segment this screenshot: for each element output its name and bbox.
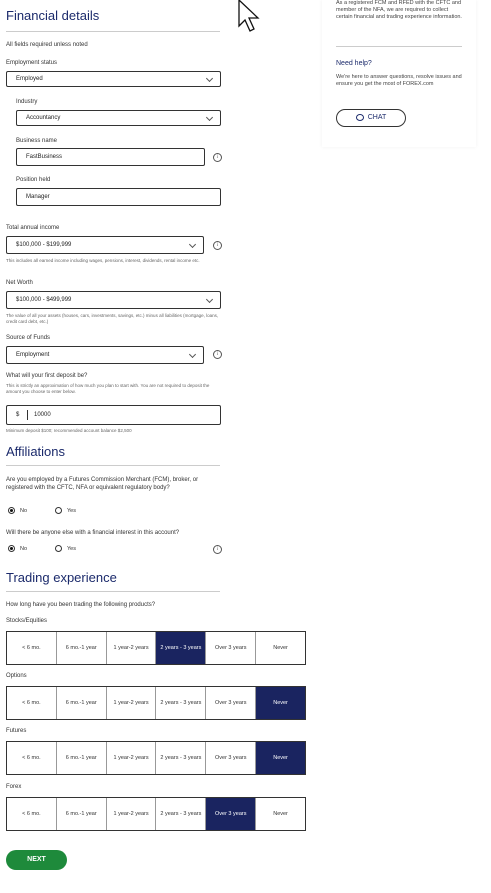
experience-option-group: < 6 mo. 6 mo.-1 year 1 year-2 years 2 years…: [6, 741, 306, 775]
affiliations-heading: Affiliations: [6, 444, 66, 459]
info-icon[interactable]: i: [213, 350, 222, 359]
product-label: Futures: [6, 728, 27, 734]
total-income-label: Total annual income: [6, 225, 60, 231]
fcm-no-label: No: [20, 508, 28, 514]
experience-option[interactable]: Over 3 years: [206, 632, 257, 664]
industry-label: Industry: [16, 99, 38, 105]
trading-experience-heading: Trading experience: [6, 570, 117, 585]
experience-option[interactable]: 2 years - 3 years: [156, 632, 207, 664]
chevron-down-icon: [205, 295, 214, 304]
experience-option[interactable]: 6 mo.-1 year: [57, 632, 107, 664]
financial-rule: [6, 31, 220, 32]
experience-option[interactable]: Never: [256, 742, 305, 774]
total-income-note: This includes all earned income includin…: [6, 258, 200, 263]
help-text: We're here to answer questions, resolve …: [336, 74, 462, 87]
text-caret: [27, 410, 28, 420]
registration-note: As a registered FCM and RFED with the CF…: [336, 0, 462, 20]
currency-symbol: $: [16, 412, 20, 418]
experience-option[interactable]: Never: [256, 798, 305, 830]
interest-yes-label: Yes: [67, 546, 76, 552]
affiliations-rule: [6, 465, 220, 466]
interest-no-label: No: [20, 546, 28, 552]
interest-yes-radio[interactable]: [55, 545, 62, 552]
experience-option[interactable]: 6 mo.-1 year: [57, 798, 107, 830]
chevron-down-icon: [188, 240, 197, 249]
mouse-cursor-icon: [238, 0, 260, 32]
experience-option[interactable]: Over 3 years: [206, 687, 257, 719]
experience-option[interactable]: Over 3 years: [206, 742, 257, 774]
experience-option[interactable]: 6 mo.-1 year: [57, 687, 107, 719]
experience-option[interactable]: < 6 mo.: [7, 632, 57, 664]
chat-button[interactable]: CHAT: [336, 109, 406, 127]
first-deposit-note: This is strictly an approximation of how…: [6, 383, 210, 394]
chevron-down-icon: [205, 113, 214, 122]
fcm-yes-radio[interactable]: [55, 507, 62, 514]
chat-bubble-icon: [355, 113, 364, 121]
experience-option[interactable]: 2 years - 3 years: [156, 798, 207, 830]
experience-option[interactable]: Never: [256, 632, 305, 664]
minimum-deposit-note: Minimum deposit $100; recommended accoun…: [6, 428, 132, 433]
net-worth-value: $100,000 - $499,999: [16, 297, 72, 303]
financial-details-heading: Financial details: [6, 8, 100, 23]
experience-option[interactable]: 6 mo.-1 year: [57, 742, 107, 774]
fcm-question: Are you employed by a Futures Commission…: [6, 477, 199, 491]
deposit-input[interactable]: $ 10000: [6, 405, 221, 425]
source-of-funds-label: Source of Funds: [6, 335, 51, 341]
experience-option[interactable]: < 6 mo.: [7, 798, 57, 830]
chat-label: CHAT: [367, 114, 387, 121]
position-held-value: Manager: [26, 194, 50, 200]
employment-status-value: Employed: [16, 76, 43, 82]
next-button[interactable]: NEXT: [6, 850, 67, 870]
experience-option[interactable]: 2 years - 3 years: [156, 687, 207, 719]
position-held-input[interactable]: Manager: [16, 188, 221, 206]
product-label: Forex: [6, 784, 22, 790]
info-icon[interactable]: i: [213, 153, 222, 162]
info-icon[interactable]: i: [213, 545, 222, 554]
product-label: Options: [6, 673, 27, 679]
industry-value: Accountancy: [26, 115, 61, 121]
product-label: Stocks/Equities: [6, 618, 48, 624]
source-of-funds-select[interactable]: Employment: [6, 346, 204, 364]
help-title: Need help?: [336, 60, 372, 67]
industry-select[interactable]: Accountancy: [16, 110, 221, 126]
fcm-no-radio[interactable]: [8, 507, 15, 514]
experience-option-group: < 6 mo. 6 mo.-1 year 1 year-2 years 2 years…: [6, 631, 306, 665]
position-held-label: Position held: [16, 177, 51, 183]
deposit-value: 10000: [34, 412, 51, 418]
total-income-select[interactable]: $100,000 - $199,999: [6, 236, 204, 254]
fcm-yes-label: Yes: [67, 508, 76, 514]
employment-status-label: Employment status: [6, 60, 58, 66]
chevron-down-icon: [205, 74, 214, 83]
net-worth-label: Net Worth: [6, 280, 33, 286]
required-note: All fields required unless noted: [6, 42, 88, 48]
help-sidebar: As a registered FCM and RFED with the CF…: [322, 0, 476, 147]
experience-option[interactable]: 2 years - 3 years: [156, 742, 207, 774]
net-worth-note: The value of all your assets (houses, ca…: [6, 313, 219, 324]
experience-option[interactable]: 1 year-2 years: [107, 742, 157, 774]
business-name-label: Business name: [16, 138, 58, 144]
experience-option[interactable]: < 6 mo.: [7, 742, 57, 774]
source-of-funds-value: Employment: [16, 352, 50, 358]
first-deposit-label: What will your first deposit be?: [6, 373, 88, 379]
experience-option-group: < 6 mo. 6 mo.-1 year 1 year-2 years 2 years…: [6, 797, 306, 831]
info-icon[interactable]: i: [213, 241, 222, 250]
business-name-input[interactable]: FastBusiness: [16, 148, 205, 166]
net-worth-select[interactable]: $100,000 - $499,999: [6, 291, 221, 309]
business-name-value: FastBusiness: [26, 154, 63, 160]
chevron-down-icon: [188, 350, 197, 359]
total-income-value: $100,000 - $199,999: [16, 242, 72, 248]
experience-option[interactable]: 1 year-2 years: [107, 687, 157, 719]
trading-question: How long have you been trading the follo…: [6, 602, 156, 608]
experience-option[interactable]: 1 year-2 years: [107, 798, 157, 830]
financial-interest-question: Will there be anyone else with a financi…: [6, 530, 180, 536]
trading-rule: [6, 591, 220, 592]
employment-status-select[interactable]: Employed: [6, 71, 221, 87]
experience-option[interactable]: Never: [256, 687, 305, 719]
interest-no-radio[interactable]: [8, 545, 15, 552]
experience-option-group: < 6 mo. 6 mo.-1 year 1 year-2 years 2 years…: [6, 686, 306, 720]
experience-option[interactable]: < 6 mo.: [7, 687, 57, 719]
experience-option[interactable]: 1 year-2 years: [107, 632, 157, 664]
experience-option[interactable]: Over 3 years: [206, 798, 257, 830]
sidebar-divider: [336, 46, 462, 47]
